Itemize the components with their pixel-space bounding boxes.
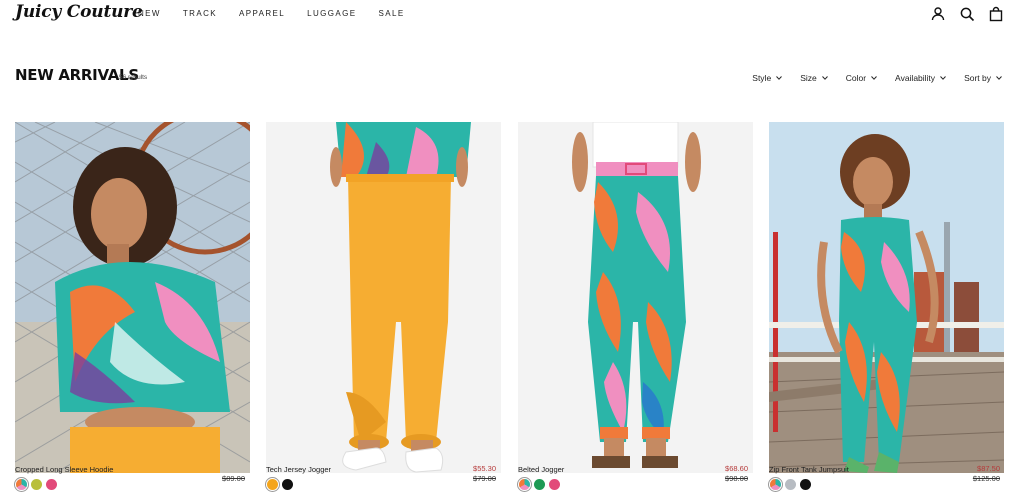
swatch-print[interactable] <box>519 479 530 490</box>
sale-price: $87.50 <box>977 464 1000 473</box>
product-image[interactable] <box>15 122 250 473</box>
chevron-down-icon <box>940 76 946 80</box>
filter-color[interactable]: Color <box>846 73 877 83</box>
original-price: $79.00 <box>473 474 496 483</box>
nav-apparel[interactable]: APPAREL <box>239 9 285 18</box>
filter-label: Style <box>752 73 772 83</box>
sale-price: $68.60 <box>725 464 748 473</box>
search-icon[interactable] <box>959 6 975 22</box>
brand-logo[interactable]: Juicy Couture <box>15 2 143 22</box>
header-actions <box>930 6 1004 22</box>
product-name[interactable]: Cropped Long Sleeve Hoodie <box>15 465 113 474</box>
swatch-grey[interactable] <box>785 479 796 490</box>
product-image[interactable] <box>769 122 1004 473</box>
chevron-down-icon <box>996 76 1002 80</box>
swatch-black[interactable] <box>800 479 811 490</box>
swatch-black[interactable] <box>282 479 293 490</box>
sort-by[interactable]: Sort by <box>964 73 1002 83</box>
swatch-print[interactable] <box>16 479 27 490</box>
filter-style[interactable]: Style <box>752 73 783 83</box>
product-name[interactable]: Belted Jogger <box>518 465 564 474</box>
cart-icon[interactable] <box>988 6 1004 22</box>
chevron-down-icon <box>776 76 783 80</box>
color-swatches <box>519 479 560 490</box>
product-image[interactable] <box>266 122 501 473</box>
swatch-olive[interactable] <box>31 479 42 490</box>
swatch-pink[interactable] <box>46 479 57 490</box>
product-card[interactable] <box>15 122 250 473</box>
product-card[interactable] <box>518 122 753 473</box>
filter-label: Color <box>845 73 867 83</box>
chevron-down-icon <box>821 76 828 80</box>
filter-label: Sort by <box>964 73 991 83</box>
original-price: $125.00 <box>972 474 1000 483</box>
color-swatches <box>16 479 57 490</box>
product-name[interactable]: Tech Jersey Jogger <box>266 465 331 474</box>
results-count: 56 results <box>119 74 148 81</box>
color-swatches <box>267 479 293 490</box>
product-name[interactable]: Zip Front Tank Jumpsuit <box>769 465 849 474</box>
nav-track[interactable]: TRACK <box>183 9 217 18</box>
original-price: $98.00 <box>725 474 748 483</box>
swatch-green[interactable] <box>534 479 545 490</box>
swatch-orange[interactable] <box>267 479 278 490</box>
nav-sale[interactable]: SALE <box>379 9 405 18</box>
swatch-print[interactable] <box>770 479 781 490</box>
main-nav: NEW TRACK APPAREL LUGGAGE SALE <box>138 9 427 18</box>
swatch-pink[interactable] <box>549 479 560 490</box>
product-card[interactable] <box>769 122 1004 473</box>
sale-price: $55.30 <box>473 464 496 473</box>
filter-bar: Style Size Color Availability Sort by <box>734 73 1002 83</box>
color-swatches <box>770 479 811 490</box>
filter-label: Size <box>800 73 817 83</box>
filter-availability[interactable]: Availability <box>895 73 946 83</box>
nav-new[interactable]: NEW <box>138 9 161 18</box>
filter-label: Availability <box>895 73 936 83</box>
account-icon[interactable] <box>930 6 946 22</box>
filter-size[interactable]: Size <box>800 73 828 83</box>
original-price: $89.00 <box>222 474 245 483</box>
product-card[interactable] <box>266 122 501 473</box>
site-header: Juicy Couture NEW TRACK APPAREL LUGGAGE … <box>0 0 1024 30</box>
product-image[interactable] <box>518 122 753 473</box>
nav-luggage[interactable]: LUGGAGE <box>307 9 356 18</box>
chevron-down-icon <box>871 76 877 80</box>
